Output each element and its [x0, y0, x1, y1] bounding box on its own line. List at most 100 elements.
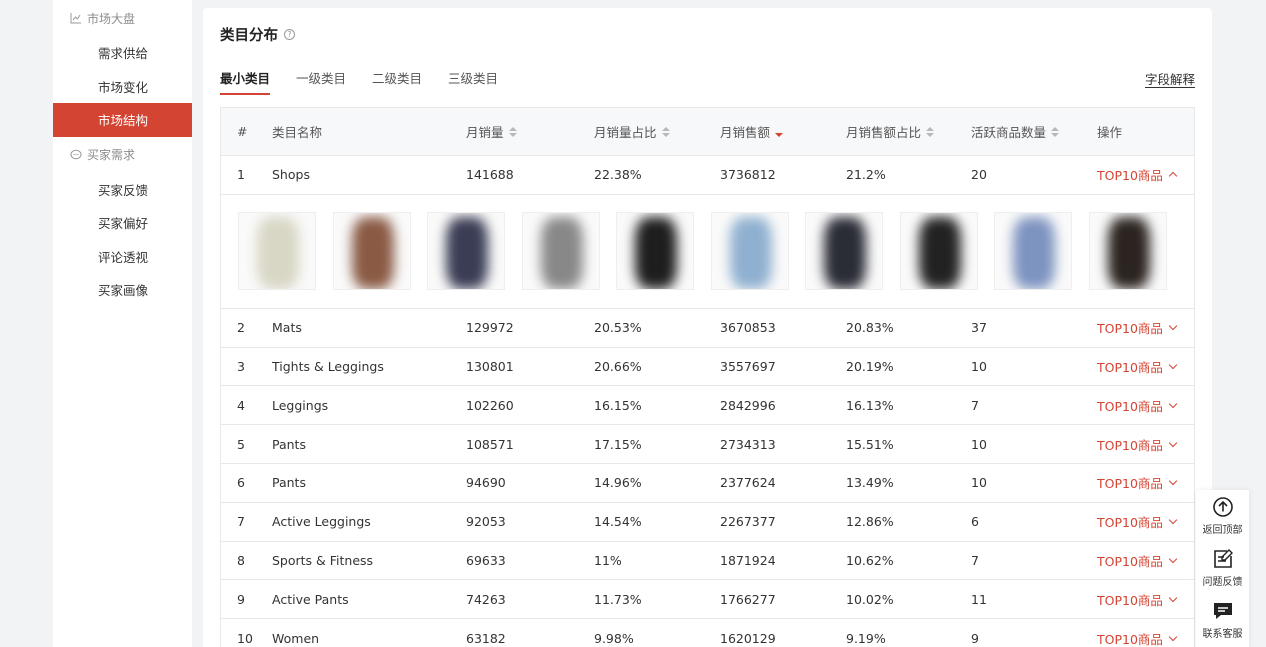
- top10-products-button[interactable]: TOP10商品: [1097, 318, 1178, 337]
- cell-monthly-revenue: 2377624: [720, 475, 776, 491]
- table-body: 1 Shops 141688 22.38% 3736812 21.2% 20 TOP10商品 2…: [221, 156, 1194, 647]
- cell-monthly-sales: 108571: [466, 436, 514, 452]
- customer-service-button[interactable]: 联系客服: [1196, 594, 1249, 646]
- sort-icon[interactable]: [926, 126, 935, 137]
- cell-monthly-sales: 92053: [466, 514, 506, 530]
- cell-monthly-revenue-share: 13.49%: [846, 475, 894, 491]
- sidebar-item-buyer-feedback[interactable]: 买家反馈: [53, 173, 192, 207]
- edit-note-icon: [1213, 549, 1233, 568]
- sidebar-item-review-insight[interactable]: 评论透视: [53, 240, 192, 274]
- top10-products-button[interactable]: TOP10商品: [1097, 551, 1178, 570]
- tab-level1-category[interactable]: 一级类目: [296, 68, 346, 95]
- top10-products-button[interactable]: TOP10商品: [1097, 357, 1178, 376]
- cell-index: 3: [237, 358, 245, 374]
- col-revenue-header[interactable]: 月销售额: [720, 122, 784, 141]
- top10-products-button[interactable]: TOP10商品: [1097, 629, 1178, 647]
- cell-monthly-sales: 63182: [466, 630, 506, 646]
- sidebar-group-market[interactable]: 市场大盘: [53, 0, 192, 36]
- col-sales-header[interactable]: 月销量: [466, 122, 517, 141]
- chevron-down-icon: [1168, 321, 1178, 331]
- cell-monthly-revenue: 2734313: [720, 436, 776, 452]
- top10-label: TOP10商品: [1097, 168, 1163, 184]
- top10-label: TOP10商品: [1097, 631, 1163, 647]
- sidebar-item-buyer-preference[interactable]: 买家偏好: [53, 206, 192, 240]
- product-thumbnail[interactable]: [427, 211, 505, 290]
- product-thumbnail[interactable]: [710, 211, 789, 290]
- sidebar-group-buyer[interactable]: 买家需求: [53, 137, 192, 173]
- field-explain-link[interactable]: 字段解释: [1144, 73, 1195, 88]
- product-thumbnail[interactable]: [238, 211, 316, 290]
- arrow-up-circle-icon: [1212, 497, 1233, 517]
- sidebar-item-buyer-persona[interactable]: 买家画像: [53, 273, 192, 307]
- table-row: 7 Active Leggings 92053 14.54% 2267377 12.86%…: [221, 503, 1194, 542]
- top10-products-button[interactable]: TOP10商品: [1097, 590, 1178, 609]
- top10-products-button[interactable]: TOP10商品: [1097, 396, 1178, 415]
- product-thumbnail[interactable]: [899, 211, 978, 290]
- cell-monthly-sales-share: 11.73%: [594, 591, 642, 607]
- chart-icon: [70, 12, 82, 24]
- cell-monthly-sales: 102260: [466, 397, 514, 413]
- back-to-top-label: 返回顶部: [1202, 525, 1243, 536]
- product-thumbnail[interactable]: [332, 211, 411, 290]
- top10-label: TOP10商品: [1097, 359, 1163, 375]
- tab-level3-category[interactable]: 三级类目: [448, 68, 498, 95]
- cell-monthly-sales: 129972: [466, 320, 514, 336]
- cell-active-products: 11: [971, 591, 987, 607]
- sort-icon[interactable]: [1051, 126, 1060, 137]
- message-icon: [1213, 603, 1232, 619]
- cell-category-name: Shops: [272, 167, 310, 183]
- top10-products-button[interactable]: TOP10商品: [1097, 473, 1178, 492]
- sidebar-group-label: 买家需求: [87, 148, 136, 162]
- table-row: 1 Shops 141688 22.38% 3736812 21.2% 20 TOP10商品: [221, 156, 1194, 195]
- col-sales-pct-header[interactable]: 月销量占比: [594, 122, 670, 141]
- tab-min-category[interactable]: 最小类目: [220, 68, 271, 95]
- cell-monthly-revenue: 3736812: [720, 167, 776, 183]
- sort-desc-icon[interactable]: [775, 127, 784, 137]
- tab-level2-category[interactable]: 二级类目: [372, 68, 422, 95]
- top10-label: TOP10商品: [1097, 592, 1163, 608]
- sort-icon[interactable]: [508, 126, 517, 137]
- cell-index: 8: [237, 552, 245, 568]
- cell-monthly-revenue: 3670853: [720, 320, 776, 336]
- cell-index: 4: [237, 397, 245, 413]
- question-icon[interactable]: ?: [284, 29, 295, 40]
- cell-monthly-revenue-share: 21.2%: [846, 167, 886, 183]
- cell-monthly-sales-share: 14.54%: [594, 514, 642, 530]
- chevron-down-icon: [1168, 438, 1178, 447]
- product-thumbnail[interactable]: [994, 211, 1072, 290]
- cell-monthly-sales: 69633: [466, 552, 506, 568]
- cell-monthly-sales-share: 20.53%: [594, 320, 642, 336]
- sidebar-item-demand-supply[interactable]: 需求供给: [53, 36, 192, 70]
- col-sales-label: 月销量: [466, 125, 504, 140]
- cell-active-products: 37: [971, 320, 987, 336]
- chevron-down-icon: [1168, 399, 1178, 409]
- top10-products-panel: [221, 195, 1194, 309]
- cell-category-name: Leggings: [272, 397, 329, 413]
- top10-label: TOP10商品: [1097, 437, 1163, 453]
- col-revenue-pct-header[interactable]: 月销售额占比: [846, 122, 935, 141]
- product-thumbnail[interactable]: [805, 211, 883, 290]
- cell-index: 10: [237, 630, 253, 646]
- product-thumbnail[interactable]: [521, 211, 600, 290]
- cell-monthly-sales-share: 16.15%: [594, 397, 642, 413]
- product-thumbnail[interactable]: [616, 211, 694, 290]
- cell-monthly-revenue-share: 10.02%: [846, 591, 894, 607]
- top10-products-button[interactable]: TOP10商品: [1097, 165, 1178, 184]
- col-active-header[interactable]: 活跃商品数量: [971, 122, 1060, 141]
- cell-active-products: 6: [971, 514, 979, 530]
- product-thumbnail[interactable]: [1088, 211, 1167, 290]
- category-table: # 类目名称 月销量 月销量占比 月销售额 月销售额占比 活跃商品数量 操作 1…: [220, 107, 1195, 647]
- cell-category-name: Pants: [272, 436, 306, 452]
- sidebar-item-market-structure[interactable]: 市场结构: [53, 103, 192, 137]
- sort-icon[interactable]: [661, 126, 670, 137]
- cell-monthly-sales-share: 22.38%: [594, 167, 642, 183]
- feedback-button[interactable]: 问题反馈: [1196, 542, 1249, 594]
- sidebar-item-market-change[interactable]: 市场变化: [53, 70, 192, 104]
- cell-category-name: Tights & Leggings: [272, 358, 384, 374]
- top10-products-button[interactable]: TOP10商品: [1097, 512, 1178, 531]
- back-to-top-button[interactable]: 返回顶部: [1196, 490, 1249, 542]
- cell-monthly-sales: 74263: [466, 591, 506, 607]
- cell-monthly-revenue-share: 16.13%: [846, 397, 894, 413]
- top10-products-button[interactable]: TOP10商品: [1097, 435, 1178, 454]
- top10-label: TOP10商品: [1097, 476, 1163, 492]
